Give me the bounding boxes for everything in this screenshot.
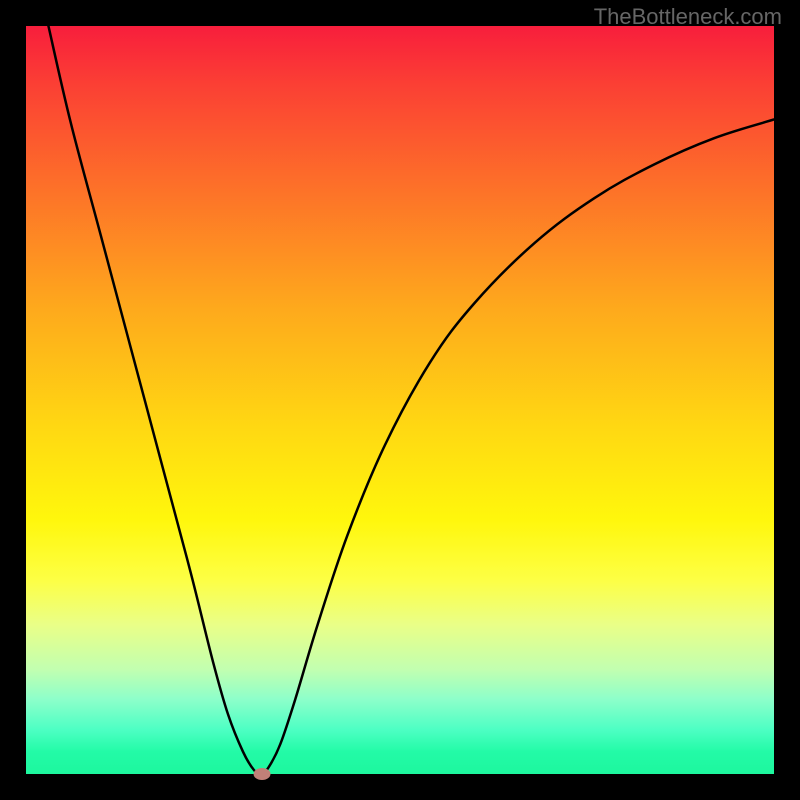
chart-frame [26,26,774,774]
optimum-marker [253,768,270,780]
plot-area [26,26,774,774]
curve-svg [26,26,774,774]
bottleneck-curve [48,26,774,774]
watermark-text: TheBottleneck.com [594,4,782,30]
